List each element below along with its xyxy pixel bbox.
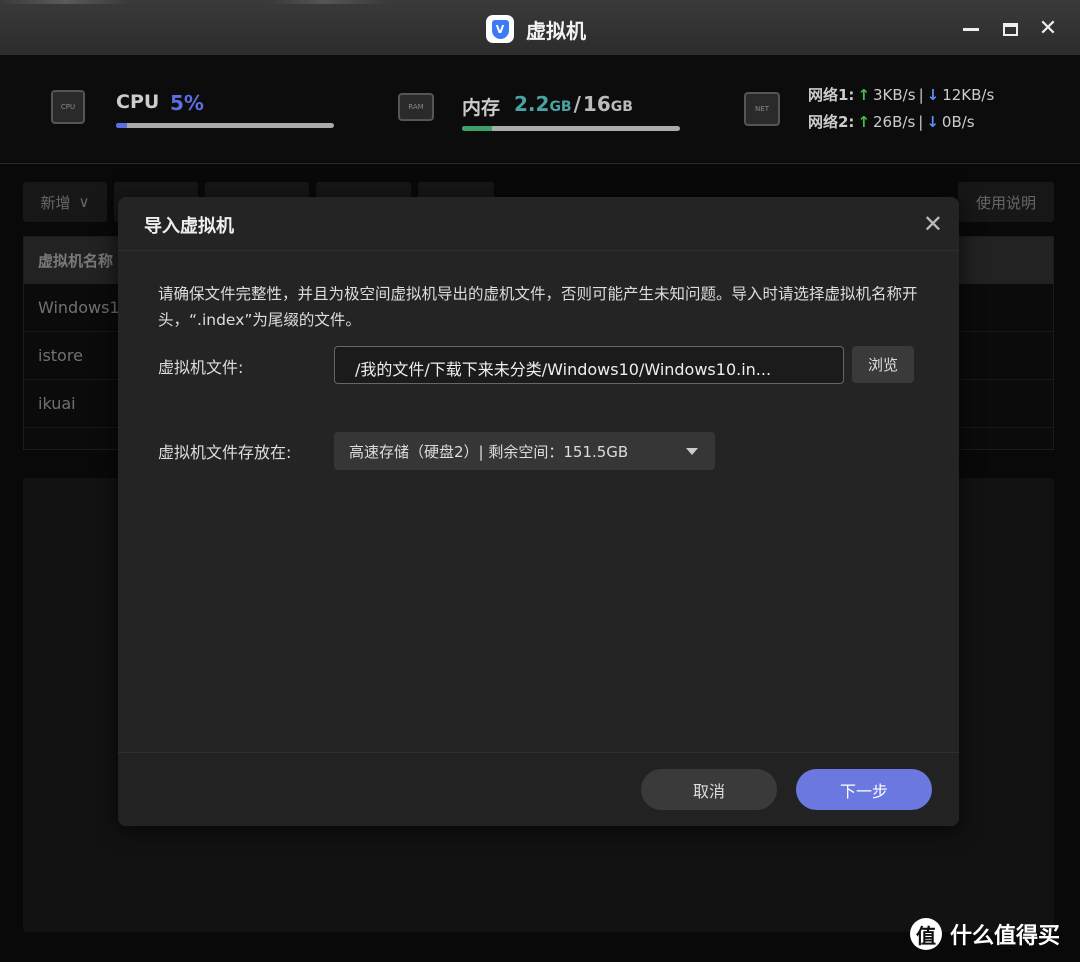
app-title: V 虚拟机 (486, 14, 586, 44)
dropdown-caret-icon (686, 448, 698, 455)
window-title: 虚拟机 (526, 15, 586, 44)
memory-used: 2.2 (514, 92, 549, 116)
storage-location-label: 虚拟机文件存放在: (158, 439, 291, 463)
title-bar: V 虚拟机 ✕ (0, 0, 1080, 55)
divider: | (919, 86, 924, 104)
network1-down: 12KB/s (942, 86, 994, 104)
network-icon: NET (744, 92, 780, 126)
next-step-button[interactable]: 下一步 (796, 769, 932, 810)
storage-location-value: 高速存储（硬盘2）| 剩余空间：151.5GB (349, 443, 628, 461)
memory-usage-fill (462, 126, 492, 131)
network2-up: 26B/s (873, 113, 915, 131)
memory-label: 内存 (462, 93, 500, 120)
dialog-header: 导入虚拟机 ✕ (118, 197, 959, 251)
memory-total-unit: GB (611, 99, 633, 115)
minimize-icon[interactable] (960, 18, 982, 40)
cpu-value: 5% (170, 91, 204, 115)
memory-usage-bar (462, 126, 680, 131)
network1-up: 3KB/s (873, 86, 916, 104)
watermark: 值 什么值得买 (910, 918, 1060, 950)
maximize-icon[interactable] (999, 18, 1021, 40)
network2-label: 网络2: (808, 111, 854, 132)
resource-stats-bar: CPU CPU 5% RAM 内存 2.2GB/16GB NET 网络1: ↑ … (0, 55, 1080, 164)
download-arrow-icon: ↓ (926, 113, 939, 131)
cancel-button[interactable]: 取消 (641, 769, 777, 810)
app-logo-icon: V (486, 15, 514, 43)
memory-used-unit: GB (549, 99, 571, 115)
memory-value: 2.2GB/16GB (514, 92, 633, 116)
import-vm-dialog: 导入虚拟机 ✕ 请确保文件完整性，并且为极空间虚拟机导出的虚机文件，否则可能产生… (118, 197, 959, 826)
memory-separator: / (574, 92, 581, 116)
dialog-title: 导入虚拟机 (144, 212, 234, 238)
storage-location-select[interactable]: 高速存储（硬盘2）| 剩余空间：151.5GB (334, 432, 715, 470)
upload-arrow-icon: ↑ (857, 86, 870, 104)
divider: | (918, 113, 923, 131)
network2-down: 0B/s (942, 113, 975, 131)
cpu-label: CPU (116, 91, 159, 113)
watermark-text: 什么值得买 (950, 918, 1060, 950)
memory-total: 16 (583, 92, 611, 116)
watermark-logo: 值 (910, 918, 942, 950)
upload-arrow-icon: ↑ (857, 113, 870, 131)
cpu-usage-fill (116, 123, 127, 128)
close-window-icon[interactable]: ✕ (1037, 18, 1059, 40)
vm-file-label: 虚拟机文件: (158, 354, 243, 378)
cpu-chip-icon: CPU (51, 90, 85, 124)
vm-file-field[interactable]: /我的文件/下载下来未分类/Windows10/Windows10.in... (334, 346, 844, 384)
network1-stats: 网络1: ↑ 3KB/s | ↓ 12KB/s (808, 84, 994, 105)
download-arrow-icon: ↓ (927, 86, 940, 104)
browse-button[interactable]: 浏览 (852, 346, 914, 383)
desktop-strip (0, 0, 1080, 4)
cpu-usage-bar (116, 123, 334, 128)
dialog-notice: 请确保文件完整性，并且为极空间虚拟机导出的虚机文件，否则可能产生未知问题。导入时… (158, 281, 928, 333)
close-icon[interactable]: ✕ (923, 212, 943, 236)
network2-stats: 网络2: ↑ 26B/s | ↓ 0B/s (808, 111, 975, 132)
ram-chip-icon: RAM (398, 93, 434, 121)
network1-label: 网络1: (808, 84, 854, 105)
